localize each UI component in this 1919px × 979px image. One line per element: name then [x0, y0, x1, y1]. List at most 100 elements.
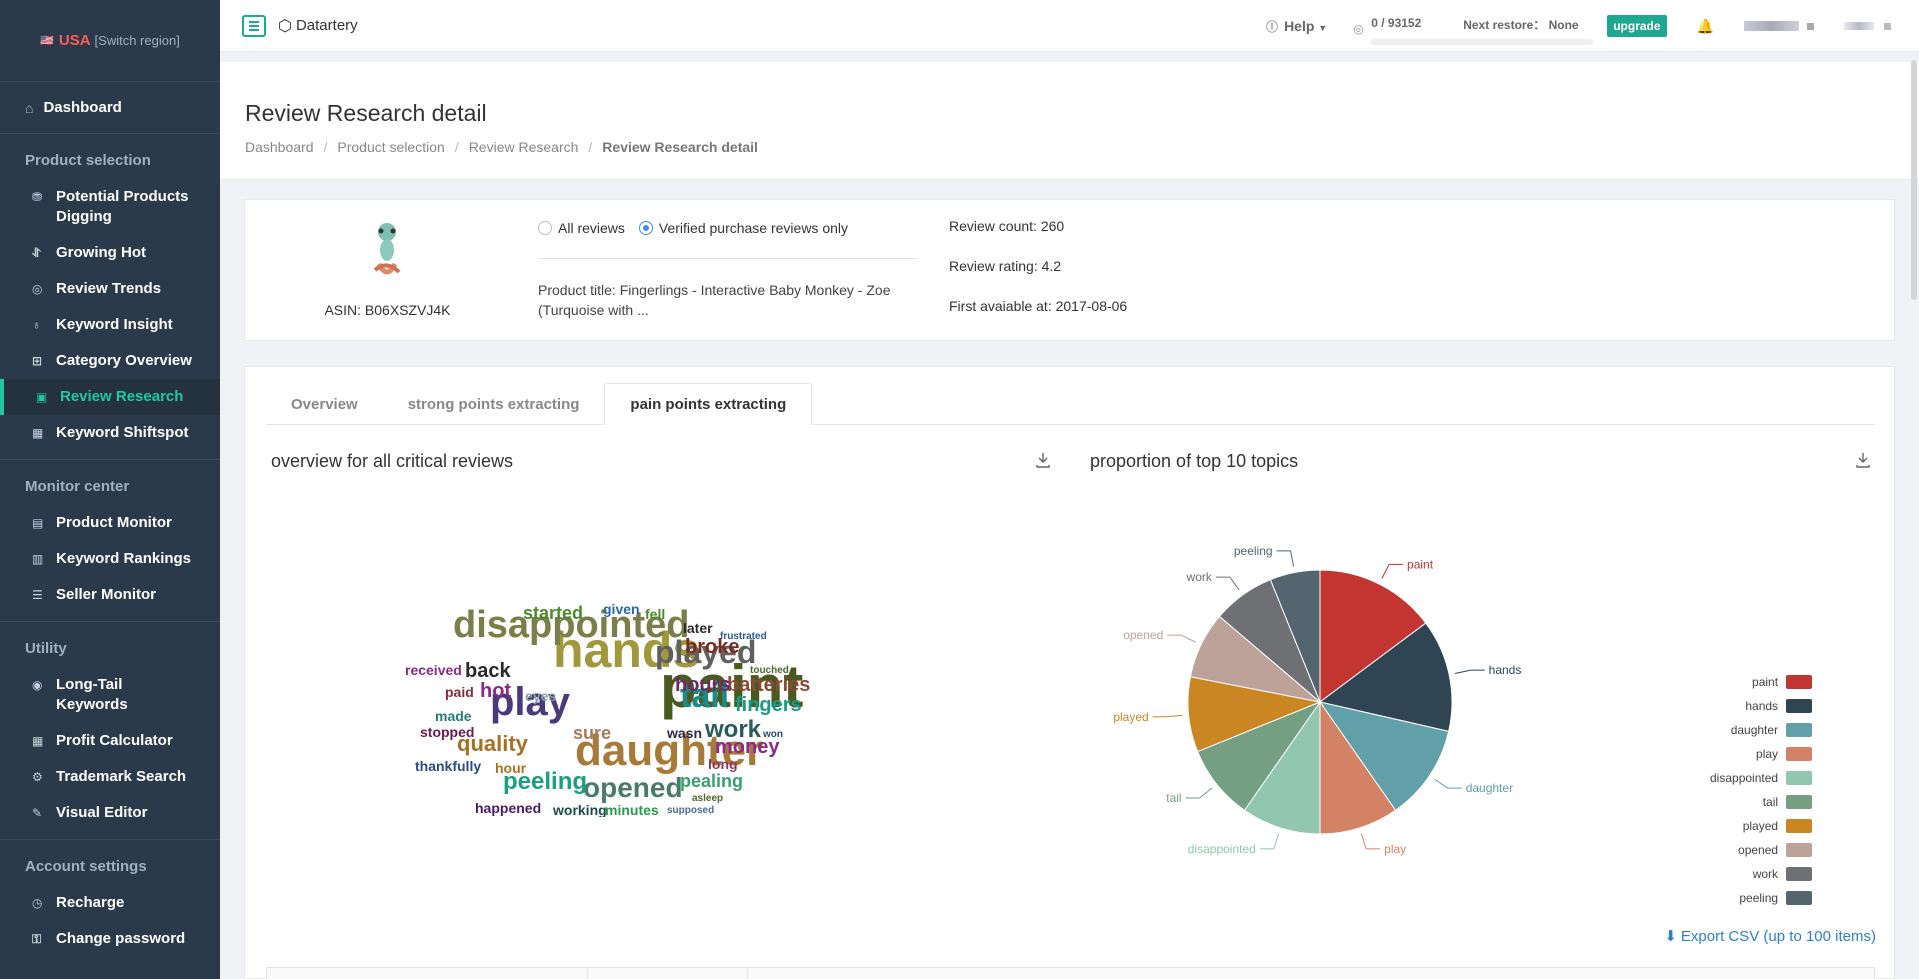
legend-item-paint[interactable]: paint [1710, 670, 1813, 694]
sidebar-section-title: Utility [25, 640, 67, 657]
sidebar-item-label: Category Overview [56, 352, 192, 369]
legend-label: daughter [1730, 723, 1779, 737]
sidebar-item-keyword-rankings[interactable]: ▥ Keyword Rankings [0, 541, 220, 577]
word-hour: hour [495, 760, 527, 776]
home-icon: ⌂ [25, 99, 34, 116]
menu-toggle-button[interactable] [242, 14, 266, 37]
export-csv-button[interactable]: ⬇ Export CSV (up to 100 items) [1664, 927, 1876, 946]
radio-all[interactable] [538, 221, 552, 235]
page-scrollbar[interactable] [1911, 60, 1917, 300]
switch-region-link[interactable]: [Switch region] [95, 33, 180, 48]
tab-overview[interactable]: Overview [266, 383, 383, 425]
seller-icon: ☰ [32, 588, 43, 602]
sidebar-item-change-password[interactable]: ⚿ Change password [0, 921, 220, 957]
word-frustrated: frustrated [720, 631, 767, 642]
filter-all-reviews[interactable]: All reviews [538, 220, 625, 236]
sidebar-item-trademark-search[interactable]: ⚙ Trademark Search [0, 759, 220, 795]
sidebar-item-label: Keyword Insight [56, 316, 173, 333]
tab-strong-points[interactable]: strong points extracting [383, 383, 605, 425]
legend-swatch [1786, 771, 1813, 785]
sidebar-item-profit-calculator[interactable]: ▦ Profit Calculator [0, 723, 220, 759]
language-redacted[interactable] [1844, 22, 1874, 30]
tab-pain-points[interactable]: pain points extracting [604, 383, 813, 425]
legend-item-disappointed[interactable]: disappointed [1710, 766, 1813, 790]
breadcrumb-product-selection[interactable]: Product selection [337, 139, 444, 155]
sidebar-item-visual-editor[interactable]: ✎ Visual Editor [0, 795, 220, 831]
sidebar-item-dashboard[interactable]: ⌂ Dashboard [0, 82, 220, 134]
dig-icon: ⛃ [32, 190, 43, 204]
filter-verified-reviews[interactable]: Verified purchase reviews only [638, 220, 848, 236]
legend-item-played[interactable]: played [1710, 814, 1813, 838]
word-hours: hours [675, 674, 731, 696]
sidebar-item-seller-monitor[interactable]: ☰ Seller Monitor [0, 577, 220, 613]
export-csv-label: Export CSV (up to 100 items) [1680, 927, 1876, 945]
legend-item-play[interactable]: play [1710, 742, 1813, 766]
download-icon[interactable] [1035, 451, 1051, 469]
download-icon[interactable] [1855, 451, 1871, 469]
brand[interactable]: ⬡ Datartery [278, 16, 358, 36]
word-sure: sure [573, 723, 611, 743]
target-icon: ◎ [32, 282, 43, 296]
legend-label: play [1756, 747, 1779, 761]
language-menu-icon[interactable] [1884, 22, 1891, 30]
tab-bar: Overview strong points extracting pain p… [266, 383, 1875, 425]
legend-label: disappointed [1710, 771, 1779, 785]
word-happened: happened [475, 800, 541, 816]
pie-label-paint: paint [1407, 557, 1434, 571]
legend-item-opened[interactable]: opened [1710, 838, 1813, 862]
word-minutes: minutes [605, 802, 659, 817]
pie-label-line [1259, 833, 1280, 850]
radio-verified[interactable] [638, 221, 653, 235]
sidebar-item-category-overview[interactable]: ⊞ Category Overview [0, 343, 220, 379]
product-title: Product title: Fingerlings - Interactive… [538, 282, 891, 318]
breadcrumb-review-research[interactable]: Review Research [469, 139, 579, 155]
region-name: USA [58, 32, 91, 49]
upgrade-button[interactable]: upgrade [1607, 15, 1667, 37]
sidebar-item-review-trends[interactable]: ◎ Review Trends [0, 271, 220, 307]
filter-all-label: All reviews [558, 220, 625, 236]
region-switcher[interactable]: 🇺🇸 USA [Switch region] [0, 0, 220, 82]
user-menu-icon[interactable] [1807, 22, 1814, 30]
sidebar-item-keyword-shiftspot[interactable]: ▦ Keyword Shiftspot [0, 415, 220, 451]
bulb-icon: ♁ [32, 318, 41, 332]
bell-icon[interactable]: 🔔 [1697, 18, 1714, 35]
help-menu[interactable]: ⓘ Help ▼ [1266, 18, 1327, 35]
pie-legend: paint hands daughter play disappointed tail pl… [1710, 670, 1813, 910]
legend-item-daughter[interactable]: daughter [1710, 718, 1813, 742]
pie-label-line [1454, 669, 1485, 674]
word-opened: opened [583, 772, 683, 803]
sidebar-item-recharge[interactable]: ◷ Recharge [0, 885, 220, 921]
quota-progress-bar [1371, 39, 1594, 45]
sidebar-item-label: Visual Editor [56, 804, 148, 821]
trademark-icon: ⚙ [32, 770, 43, 784]
sidebar-item-product-monitor[interactable]: ▤ Product Monitor [0, 505, 220, 541]
pie-label-line [1360, 833, 1381, 850]
sidebar-item-long-tail-keywords[interactable]: ◉ Long-Tail Keywords [0, 667, 220, 723]
sidebar-item-label: Keyword Shiftspot [56, 424, 189, 441]
trend-icon: ⥯ [32, 246, 41, 260]
pie-chart: paint hands daughter play disappointed tail pl… [1113, 544, 1521, 856]
sidebar-item-keyword-insight[interactable]: ♁ Keyword Insight [0, 307, 220, 343]
sidebar-item-review-research[interactable]: ▣ Review Research [0, 379, 220, 415]
page-header: Review Research detail [220, 62, 1919, 180]
word-later: later [683, 620, 713, 636]
legend-item-work[interactable]: work [1710, 862, 1813, 886]
sidebar-item-potential-products-digging[interactable]: ⛃ Potential Products Digging [0, 179, 220, 235]
legend-item-hands[interactable]: hands [1710, 694, 1813, 718]
word-batteries: batteries [727, 674, 810, 696]
word-thankfully: thankfully [415, 758, 481, 774]
word-eyes: eyes [525, 688, 556, 704]
legend-item-tail[interactable]: tail [1710, 790, 1813, 814]
breadcrumb-dashboard[interactable]: Dashboard [245, 139, 314, 155]
sidebar-section-title: Account settings [25, 858, 147, 875]
recharge-icon: ◷ [32, 896, 43, 910]
pie-label-line [1276, 550, 1295, 567]
word-paid: paid [445, 684, 474, 700]
user-name-redacted[interactable] [1744, 21, 1799, 31]
sidebar-item-growing-hot[interactable]: ⥯ Growing Hot [0, 235, 220, 271]
word-pealing: pealing [680, 771, 743, 791]
divider [538, 258, 918, 259]
legend-item-peeling[interactable]: peeling [1710, 886, 1813, 910]
chevron-down-icon: ▼ [1318, 22, 1328, 33]
pie-label-tail: tail [1166, 791, 1181, 805]
